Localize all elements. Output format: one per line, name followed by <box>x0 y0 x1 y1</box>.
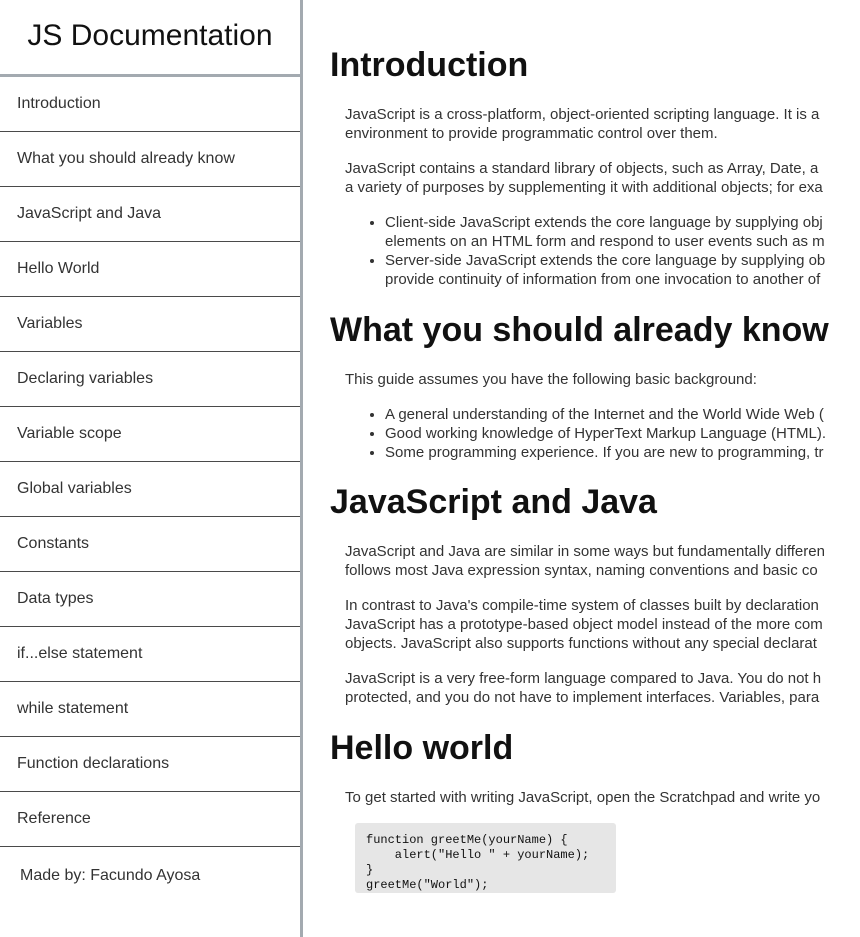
list-item-text: elements on an HTML form and respond to … <box>385 233 825 250</box>
introduction-list: Client-side JavaScript extends the core … <box>330 213 860 289</box>
nav-link-variable-scope[interactable]: Variable scope <box>0 407 300 462</box>
navbar-title: JS Documentation <box>27 19 273 52</box>
section-title-what-you-should-already-know: What you should already know <box>330 311 829 349</box>
nav-link-hello-world[interactable]: Hello World <box>0 242 300 297</box>
list-item-text: provide continuity of information from o… <box>385 271 821 288</box>
javascript-and-java-paragraph-2-line-2: JavaScript has a prototype-based object … <box>345 616 823 633</box>
nav-link-constants[interactable]: Constants <box>0 517 300 572</box>
javascript-and-java-paragraph-1-line-1: JavaScript and Java are similar in some … <box>345 543 825 560</box>
nav-link-if-else-statement[interactable]: if...else statement <box>0 627 300 682</box>
javascript-and-java-paragraph-3-line-2: protected, and you do not have to implem… <box>345 689 820 706</box>
introduction-paragraph-2-line-1: JavaScript contains a standard library o… <box>345 160 819 177</box>
list-item-text: Client-side JavaScript extends the core … <box>385 214 823 231</box>
javascript-and-java-paragraph-2-line-3: objects. JavaScript also supports functi… <box>345 635 817 652</box>
nav-link-javascript-and-java[interactable]: JavaScript and Java <box>0 187 300 242</box>
list-item: A general understanding of the Internet … <box>385 405 860 424</box>
nav-link-while-statement[interactable]: while statement <box>0 682 300 737</box>
navbar-header: JS Documentation <box>0 0 300 77</box>
navbar-footer: Made by: Facundo Ayosa <box>20 867 201 884</box>
list-item: Some programming experience. If you are … <box>385 443 860 462</box>
nav-link-data-types[interactable]: Data types <box>0 572 300 627</box>
section-title-javascript-and-java: JavaScript and Java <box>330 483 657 521</box>
main-doc: Introduction JavaScript is a cross-platf… <box>303 0 860 937</box>
list-item: Client-side JavaScript extends the core … <box>385 213 860 251</box>
nav-link-variables[interactable]: Variables <box>0 297 300 352</box>
introduction-paragraph-1-line-1: JavaScript is a cross-platform, object-o… <box>345 106 820 123</box>
hello-world-paragraph: To get started with writing JavaScript, … <box>345 789 821 806</box>
list-item-text: Server-side JavaScript extends the core … <box>385 252 826 269</box>
javascript-and-java-paragraph-2-line-1: In contrast to Java's compile-time syste… <box>345 597 819 614</box>
navbar: JS Documentation Introduction What you sh… <box>0 0 303 937</box>
what-you-should-know-list: A general understanding of the Internet … <box>330 405 860 462</box>
javascript-and-java-paragraph-1-line-2: follows most Java expression syntax, nam… <box>345 562 818 579</box>
section-title-hello-world: Hello world <box>330 729 514 767</box>
code-block: function greetMe(yourName) { alert("Hell… <box>355 823 616 893</box>
section-what-you-should-already-know: What you should already know This guide … <box>303 289 860 462</box>
list-item: Server-side JavaScript extends the core … <box>385 251 860 289</box>
nav-link-global-variables[interactable]: Global variables <box>0 462 300 517</box>
javascript-and-java-paragraph-3-line-1: JavaScript is a very free-form language … <box>345 670 822 687</box>
section-hello-world: Hello world To get started with writing … <box>303 707 860 893</box>
what-you-should-know-paragraph: This guide assumes you have the followin… <box>345 371 757 388</box>
nav-link-reference[interactable]: Reference <box>0 792 300 847</box>
section-javascript-and-java: JavaScript and Java JavaScript and Java … <box>303 462 860 707</box>
nav-link-what-you-should-already-know[interactable]: What you should already know <box>0 132 300 187</box>
nav-link-declaring-variables[interactable]: Declaring variables <box>0 352 300 407</box>
list-item: Good working knowledge of HyperText Mark… <box>385 424 860 443</box>
section-title-introduction: Introduction <box>330 46 529 84</box>
introduction-paragraph-1-line-2: environment to provide programmatic cont… <box>345 125 718 142</box>
introduction-paragraph-2-line-2: a variety of purposes by supplementing i… <box>345 179 823 196</box>
nav-link-introduction[interactable]: Introduction <box>0 77 300 132</box>
nav-link-function-declarations[interactable]: Function declarations <box>0 737 300 792</box>
section-introduction: Introduction JavaScript is a cross-platf… <box>303 0 860 289</box>
nav-links: Introduction What you should already know… <box>0 77 300 847</box>
